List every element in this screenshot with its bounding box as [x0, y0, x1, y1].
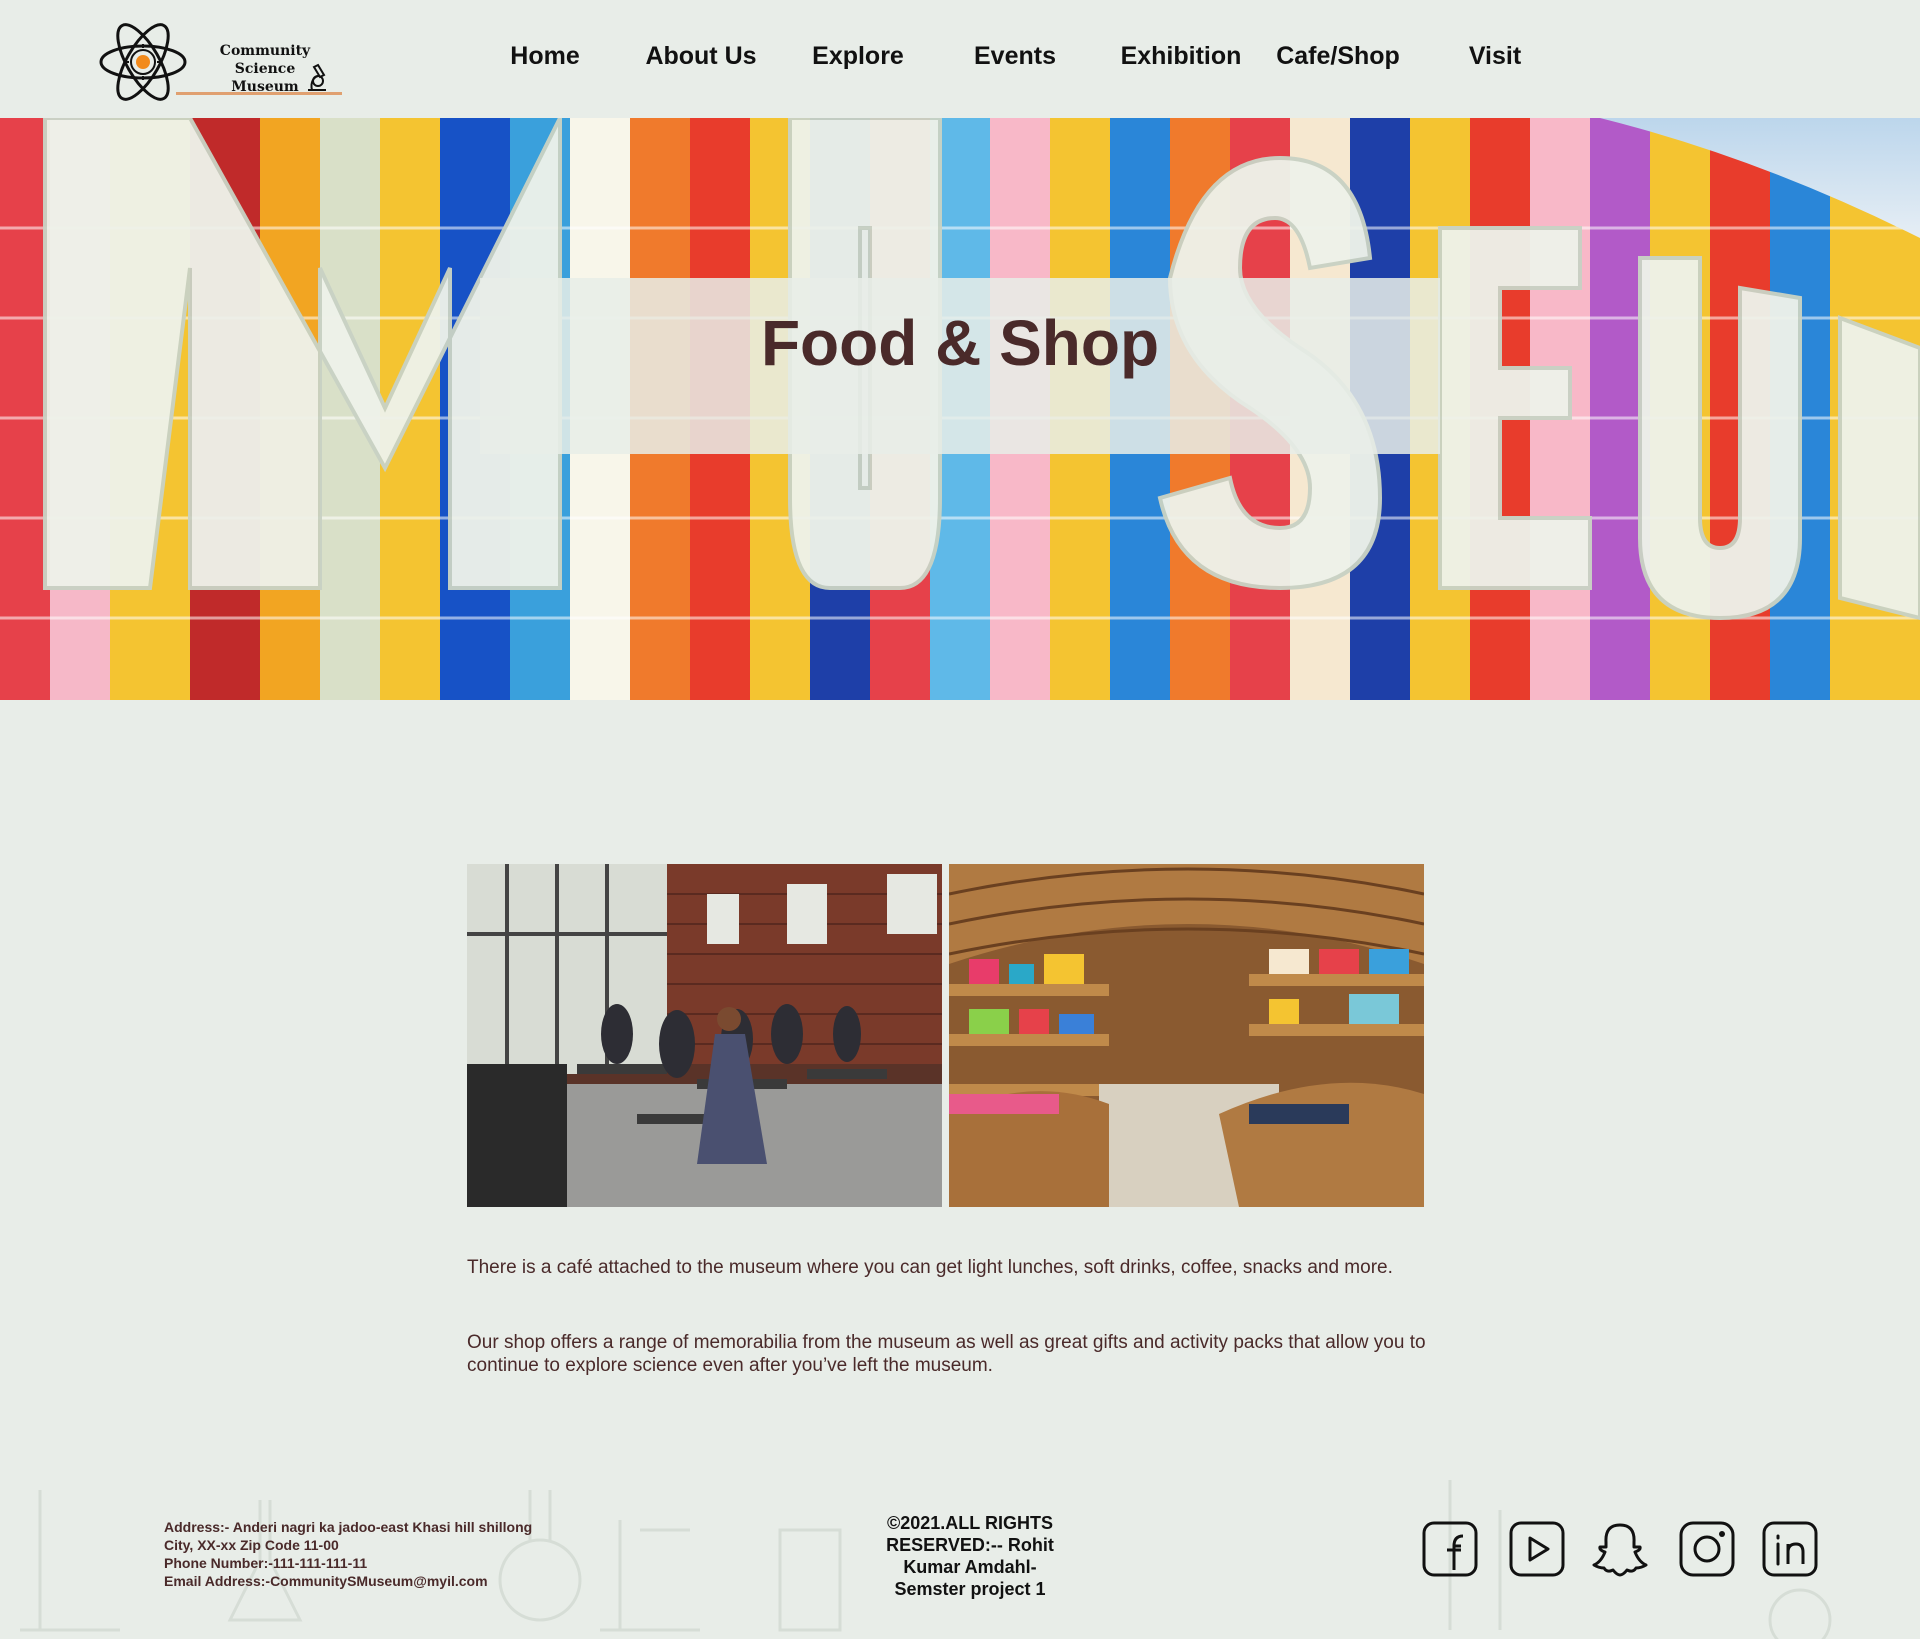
instagram-link[interactable]: [1678, 1520, 1736, 1578]
logo-underline: [176, 92, 342, 95]
main-nav: Home About Us Explore Events Exhibition …: [0, 38, 1920, 78]
email-address: Email Address:-CommunitySMuseum@myil.com: [164, 1573, 488, 1589]
cafe-photo: [467, 864, 942, 1207]
linkedin-icon: [1762, 1521, 1818, 1577]
site-footer: Address:- Anderi nagri ka jadoo-east Kha…: [0, 1470, 1920, 1639]
address-line-2: City, XX-xx Zip Code 11-00: [164, 1537, 339, 1553]
snapchat-link[interactable]: [1591, 1520, 1649, 1578]
youtube-link[interactable]: [1508, 1520, 1566, 1578]
nav-explore[interactable]: Explore: [783, 38, 933, 74]
site-header: Community Science Museum Home About Us E…: [0, 0, 1920, 118]
phone-number: Phone Number:-111-111-111-11: [164, 1555, 368, 1571]
nav-visit[interactable]: Visit: [1420, 38, 1570, 74]
nav-exhibition[interactable]: Exhibition: [1106, 38, 1256, 74]
hero-title-box: Food & Shop: [480, 278, 1440, 454]
nav-events[interactable]: Events: [940, 38, 1090, 74]
cafe-description: There is a café attached to the museum w…: [467, 1257, 1393, 1278]
youtube-icon: [1509, 1521, 1565, 1577]
instagram-icon: [1679, 1521, 1735, 1577]
address-line-1: Address:- Anderi nagri ka jadoo-east Kha…: [164, 1519, 533, 1535]
snapchat-icon: [1592, 1523, 1648, 1577]
linkedin-link[interactable]: [1761, 1520, 1819, 1578]
shop-description: Our shop offers a range of memorabilia f…: [467, 1332, 1426, 1376]
contact-address: Address:- Anderi nagri ka jadoo-east Kha…: [164, 1518, 532, 1590]
facebook-icon: [1422, 1521, 1478, 1577]
nav-about-us[interactable]: About Us: [626, 38, 776, 74]
hero-banner: Food & Shop: [0, 118, 1920, 700]
page-title: Food & Shop: [760, 307, 1160, 379]
nav-cafe-shop[interactable]: Cafe/Shop: [1263, 38, 1413, 74]
nav-home[interactable]: Home: [470, 38, 620, 74]
copyright-text: ©2021.ALL RIGHTS RESERVED:-- Rohit Kumar…: [886, 1513, 1054, 1599]
facebook-link[interactable]: [1421, 1520, 1479, 1578]
gift-shop-photo: [949, 864, 1424, 1207]
